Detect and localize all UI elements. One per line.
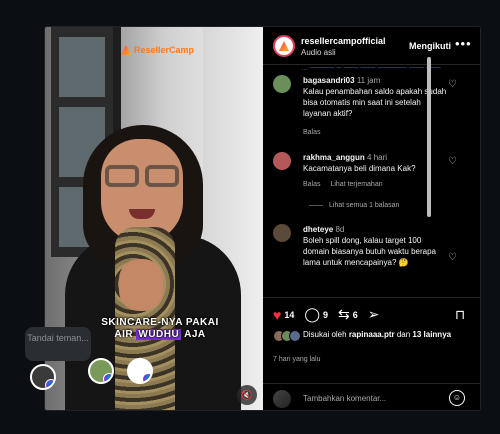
caption-highlight: WUDHU — [136, 329, 182, 340]
truncated-previous-comment: … ───── ─ ─── ─── ────── ─── ─── — [301, 65, 441, 72]
liked-avatars — [273, 330, 301, 342]
add-comment-input[interactable] — [303, 391, 443, 405]
brand-logo-icon — [279, 41, 289, 51]
speaker-muted-icon: 🔇 — [241, 389, 253, 400]
liked-by-others[interactable]: 13 lainnya — [412, 330, 451, 339]
comment-time: 8d — [335, 225, 345, 234]
post-actions: ♥ 14 ◯ 9 ⇆ 6 ➢ ⊓ Disukai oleh rapinaaa.p… — [263, 297, 480, 410]
liked-by-prefix: Disukai oleh — [303, 330, 349, 339]
comment-actions: Balas Lihat terjemahan — [303, 181, 391, 188]
commenter-avatar[interactable] — [273, 75, 291, 93]
liked-by-middle: dan — [394, 330, 413, 339]
commenter-avatar[interactable] — [273, 152, 291, 170]
comments-panel: resellercampofficial Audio asli Mengikut… — [263, 27, 480, 410]
like-heart-icon[interactable]: ♥ — [273, 307, 281, 323]
emoji-icon[interactable]: ☺ — [449, 390, 465, 406]
comment-text: Kacamatanya beli dimana Kak? — [303, 164, 416, 173]
mute-button[interactable]: 🔇 — [237, 385, 257, 405]
brand-logo-icon — [121, 45, 131, 55]
commenter-username[interactable]: rakhma_anggun — [303, 153, 365, 162]
comment-text: Boleh spill dong, kalau target 100 domai… — [303, 236, 436, 267]
tag-friends-tooltip: Tandai teman... — [25, 327, 91, 361]
brand-logo-text: ResellerCamp — [134, 45, 195, 55]
comment-actions: Balas — [303, 129, 329, 136]
author-username[interactable]: resellercampofficial — [301, 36, 386, 46]
caption-line-1: SKINCARE-NYA PAKAI — [101, 317, 219, 328]
audio-link[interactable]: Audio asli — [301, 48, 336, 57]
caption-post: AJA — [181, 329, 206, 340]
commenter-username[interactable]: dheteye — [303, 225, 333, 234]
more-options-icon[interactable]: ••• — [455, 36, 472, 51]
comment-time: 11 jam — [356, 76, 381, 85]
reply-button[interactable]: Balas — [303, 129, 321, 136]
comment-item: dheteye 8d Boleh spill dong, kalau targe… — [273, 224, 473, 294]
post-date[interactable]: 7 hari yang lalu — [273, 356, 320, 363]
liked-by-user[interactable]: rapinaaa.ptr — [349, 330, 395, 339]
post-header: resellercampofficial Audio asli Mengikut… — [263, 27, 480, 65]
caption-line-2: AIR WUDHU AJA — [95, 329, 225, 341]
comment-text: Kalau penambahan saldo apakah sudah bisa… — [303, 87, 447, 118]
comment-item: rakhma_anggun 4 hari Kacamatanya beli di… — [273, 152, 473, 232]
add-comment-bar: ☺ — [263, 383, 480, 410]
commenter-username[interactable]: bagasandri03 — [303, 76, 355, 85]
brand-logo: ResellerCamp — [121, 45, 194, 55]
following-button[interactable]: Mengikuti — [409, 41, 451, 51]
like-comment-heart-icon[interactable]: ♡ — [448, 79, 457, 90]
shares-count: 6 — [352, 309, 358, 320]
current-user-avatar — [273, 390, 291, 408]
repost-icon[interactable]: ⇆ — [338, 306, 350, 323]
comment-body: dheteye 8d Boleh spill dong, kalau targe… — [303, 224, 449, 268]
person-glasses — [103, 165, 181, 189]
comment-bubble-icon[interactable]: ◯ — [304, 306, 320, 323]
like-comment-heart-icon[interactable]: ♡ — [448, 252, 457, 263]
bookmark-icon[interactable]: ⊓ — [455, 307, 465, 323]
person-hand — [119, 259, 163, 311]
see-replies-link[interactable]: Lihat semua 1 balasan — [309, 202, 399, 209]
caption-pre: AIR — [114, 329, 137, 340]
video-caption: SKINCARE-NYA PAKAI AIR WUDHU AJA — [95, 317, 225, 341]
share-send-icon[interactable]: ➢ — [368, 306, 380, 323]
see-translation-link[interactable]: Lihat terjemahan — [330, 181, 382, 188]
see-replies-text[interactable]: Lihat semua 1 balasan — [329, 202, 399, 209]
reply-button[interactable]: Balas — [303, 181, 321, 188]
commenter-avatar[interactable] — [273, 224, 291, 242]
tag-avatar[interactable]: 👤 — [30, 364, 56, 390]
comments-scrollbar[interactable] — [427, 57, 431, 217]
comment-time: 4 hari — [367, 153, 388, 162]
action-row: ♥ 14 ◯ 9 ⇆ 6 ➢ — [273, 306, 383, 323]
replies-divider — [309, 204, 323, 206]
post-modal: ResellerCamp SKINCARE-NYA PAKAI AIR WUDH… — [44, 26, 481, 411]
likes-count: 14 — [284, 309, 295, 320]
tag-avatar[interactable]: 👤 — [127, 358, 153, 384]
comment-list[interactable]: … ───── ─ ─── ─── ────── ─── ─── bagasan… — [263, 65, 476, 295]
liked-by-text: Disukai oleh rapinaaa.ptr dan 13 lainnya — [303, 329, 473, 340]
comment-item: bagasandri03 11 jam Kalau penambahan sal… — [273, 75, 473, 137]
comments-count: 9 — [323, 309, 329, 320]
author-avatar[interactable] — [273, 35, 295, 57]
like-comment-heart-icon[interactable]: ♡ — [448, 156, 457, 167]
tag-avatar[interactable]: 👤 — [88, 358, 114, 384]
